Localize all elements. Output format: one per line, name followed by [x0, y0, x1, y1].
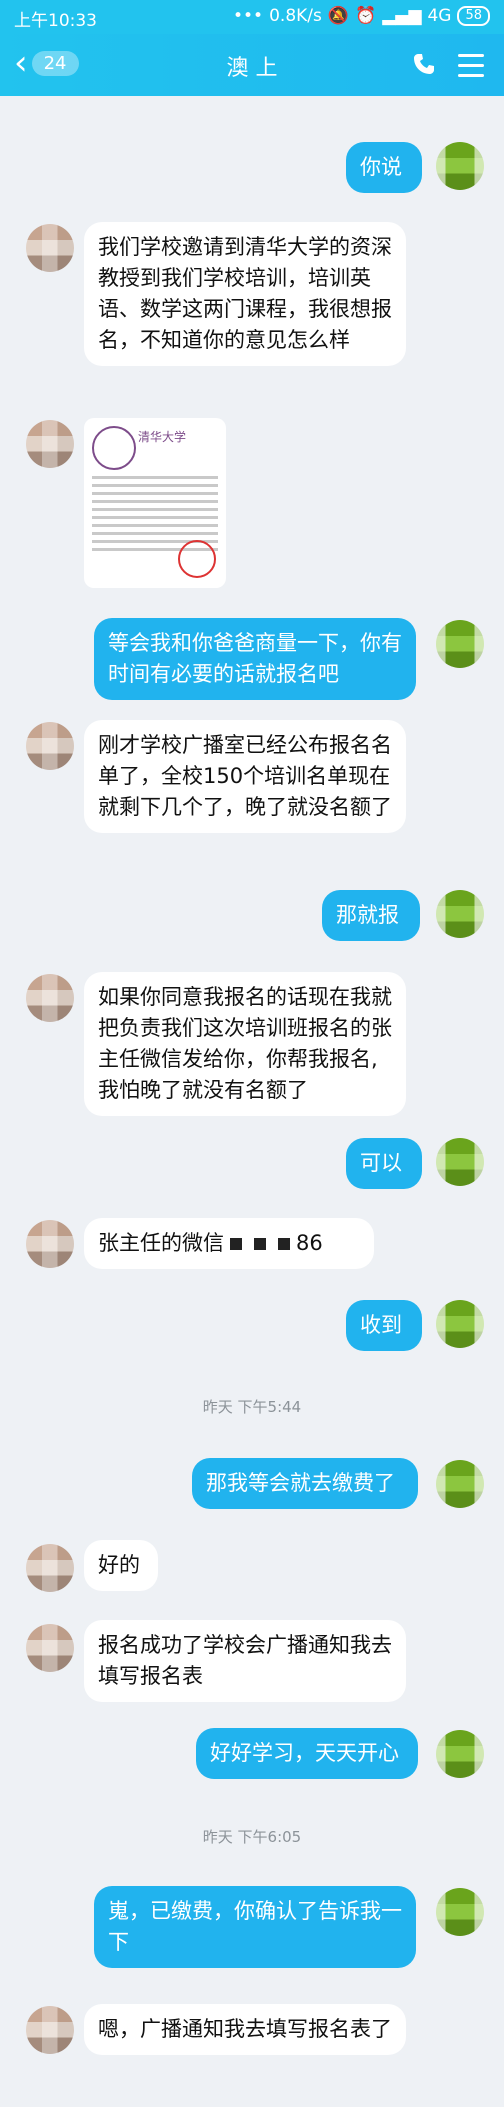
chat-title: 澳 上	[226, 56, 278, 81]
avatar[interactable]	[26, 1544, 74, 1592]
message-bubble[interactable]: 我们学校邀请到清华大学的资深教授到我们学校培训，培训英语、数学这两门课程，我很想…	[84, 222, 406, 366]
avatar[interactable]	[436, 1888, 484, 1936]
battery-indicator: 58	[457, 6, 490, 26]
timestamp: 昨天 下午5:44	[202, 1398, 302, 1416]
avatar[interactable]	[26, 420, 74, 468]
menu-icon[interactable]	[458, 54, 484, 84]
avatar[interactable]	[436, 1300, 484, 1348]
avatar[interactable]	[26, 1624, 74, 1672]
avatar[interactable]	[26, 1220, 74, 1268]
message-text: 张主任的微信	[98, 1231, 224, 1255]
message-bubble[interactable]: 嵬，已缴费，你确认了告诉我一下	[94, 1886, 416, 1968]
avatar[interactable]	[26, 224, 74, 272]
phone-icon[interactable]	[412, 52, 436, 80]
message-bubble[interactable]: 如果你同意我报名的话现在我就把负责我们这次培训班报名的张主任微信发给你，你帮我报…	[84, 972, 406, 1116]
chat-header: ‹ 24 澳 上	[0, 34, 504, 96]
avatar[interactable]	[436, 142, 484, 190]
unread-badge: 24	[31, 50, 79, 76]
chat-area[interactable]: 你说 我们学校邀请到清华大学的资深教授到我们学校培训，培训英语、数学这两门课程，…	[0, 96, 504, 2107]
document-image[interactable]: 清华大学	[84, 418, 226, 588]
avatar[interactable]	[26, 722, 74, 770]
avatar[interactable]	[436, 1730, 484, 1778]
avatar[interactable]	[436, 620, 484, 668]
message-bubble[interactable]: 那就报	[322, 890, 420, 941]
avatar[interactable]	[436, 1138, 484, 1186]
message-bubble[interactable]: 报名成功了学校会广播通知我去填写报名表	[84, 1620, 406, 1702]
message-bubble[interactable]: 你说	[346, 142, 422, 193]
back-icon: ‹	[14, 43, 28, 83]
avatar[interactable]	[26, 2006, 74, 2054]
university-logo-icon	[92, 426, 136, 470]
more-dots-icon: •••	[233, 6, 264, 26]
back-button[interactable]: ‹ 24	[14, 43, 79, 83]
network-speed: 0.8K/s	[269, 6, 322, 26]
message-text-suffix: 86	[296, 1231, 323, 1255]
status-icons: ••• 0.8K/s 🔕 ⏰ ▂▄▆ 4G 58	[233, 6, 490, 26]
message-bubble[interactable]: 可以	[346, 1138, 422, 1189]
avatar[interactable]	[26, 974, 74, 1022]
status-bar: 上午10:33 ••• 0.8K/s 🔕 ⏰ ▂▄▆ 4G 58	[0, 0, 504, 34]
network-type: 4G	[427, 6, 452, 26]
message-bubble[interactable]: 好的	[84, 1540, 158, 1591]
clock: 上午10:33	[14, 11, 97, 31]
mute-icon: 🔕	[327, 6, 350, 26]
message-bubble[interactable]: 那我等会就去缴费了	[192, 1458, 418, 1509]
message-bubble[interactable]: 嗯，广播通知我去填写报名表了	[84, 2004, 406, 2055]
avatar[interactable]	[436, 1460, 484, 1508]
message-bubble[interactable]: 好好学习，天天开心	[196, 1728, 418, 1779]
message-bubble[interactable]: 等会我和你爸爸商量一下，你有时间有必要的话就报名吧	[94, 618, 416, 700]
redaction-mark	[224, 1231, 296, 1255]
message-bubble[interactable]: 张主任的微信 86	[84, 1218, 374, 1269]
avatar[interactable]	[436, 890, 484, 938]
image-header-text: 清华大学	[138, 430, 187, 444]
signal-icon: ▂▄▆	[382, 6, 422, 26]
message-bubble[interactable]: 刚才学校广播室已经公布报名名单了，全校150个培训名单现在就剩下几个了，晚了就没…	[84, 720, 406, 833]
seal-icon	[178, 540, 216, 578]
alarm-icon: ⏰	[355, 6, 377, 26]
message-bubble[interactable]: 收到	[346, 1300, 422, 1351]
timestamp: 昨天 下午6:05	[202, 1828, 302, 1846]
